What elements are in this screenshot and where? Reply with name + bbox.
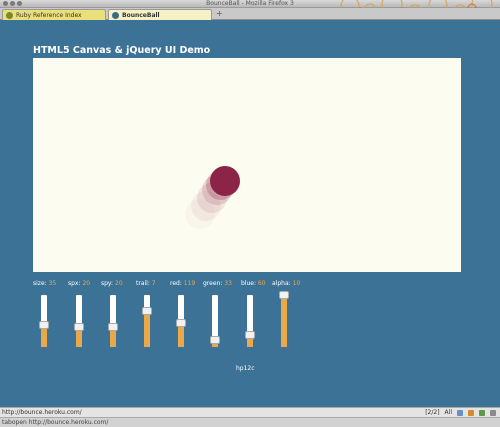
- slider-handle[interactable]: [108, 323, 118, 332]
- tab-label: Ruby Reference Index: [16, 12, 82, 19]
- alpha-slider[interactable]: [279, 291, 289, 347]
- fps-readout: hp12c: [236, 365, 255, 372]
- command-line-text: tabopen http://bounce.heroku.com/: [2, 419, 109, 426]
- slider-handle[interactable]: [245, 330, 255, 339]
- slider-fill: [281, 295, 287, 347]
- command-line-bar[interactable]: tabopen http://bounce.heroku.com/: [0, 417, 500, 427]
- spy-slider[interactable]: [108, 295, 118, 347]
- page-title: HTML5 Canvas & jQuery UI Demo: [33, 45, 211, 56]
- rss-icon[interactable]: [468, 409, 474, 416]
- spx-label: spx: 20: [68, 280, 91, 287]
- slider-handle[interactable]: [39, 321, 49, 330]
- red-label: red: 119: [170, 280, 196, 287]
- tab-strip: Ruby Reference Index BounceBall +: [0, 8, 500, 20]
- red-slider[interactable]: [176, 295, 186, 347]
- slider-handle[interactable]: [279, 291, 289, 299]
- tab-count: [2/2]: [425, 409, 440, 416]
- size-slider[interactable]: [39, 295, 49, 347]
- bounceball-favicon-icon: [112, 12, 119, 19]
- status-bar: http://bounce.heroku.com/ [2/2] All: [0, 407, 500, 417]
- settings-icon[interactable]: [490, 409, 496, 416]
- all-tabs-label[interactable]: All: [445, 408, 452, 417]
- status-url: http://bounce.heroku.com/: [2, 409, 82, 416]
- blue-slider[interactable]: [245, 295, 255, 347]
- slider-handle[interactable]: [74, 323, 84, 332]
- slider-handle[interactable]: [142, 306, 152, 315]
- status-right: [2/2] All: [425, 408, 496, 417]
- slider-fill: [144, 310, 150, 347]
- blue-label: blue: 60: [241, 280, 266, 287]
- tab-label: BounceBall: [122, 12, 160, 19]
- size-label: size: 35: [33, 280, 57, 287]
- spx-slider[interactable]: [74, 295, 84, 347]
- bouncing-ball: [210, 166, 240, 196]
- green-label: green: 33: [203, 280, 232, 287]
- bounce-canvas[interactable]: [33, 58, 461, 272]
- new-tab-button[interactable]: +: [216, 9, 223, 19]
- tab-ruby-reference-index[interactable]: Ruby Reference Index: [2, 9, 106, 20]
- spy-label: spy: 20: [101, 280, 123, 287]
- tab-bounceball[interactable]: BounceBall: [108, 9, 212, 20]
- alpha-label: alpha: 10: [272, 280, 301, 287]
- trail-slider[interactable]: [142, 295, 152, 347]
- slider-handle[interactable]: [210, 336, 220, 345]
- security-icon[interactable]: [479, 409, 485, 416]
- trail-label: trail: 7: [136, 280, 156, 287]
- control-labels: size: 35 spx: 20 spy: 20 trail: 7 red: 1…: [33, 280, 333, 290]
- ruby-favicon-icon: [6, 12, 13, 19]
- green-slider[interactable]: [210, 295, 220, 347]
- addon-icon[interactable]: [457, 409, 463, 416]
- slider-handle[interactable]: [176, 318, 186, 327]
